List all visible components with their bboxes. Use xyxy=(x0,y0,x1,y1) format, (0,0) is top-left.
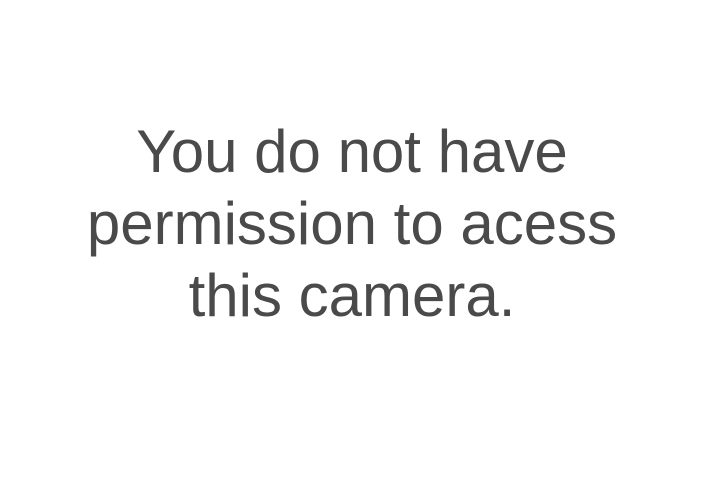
message-line-1: You do not have xyxy=(136,118,568,185)
message-line-2: permission to acess xyxy=(86,190,618,257)
message-line-3: this camera. xyxy=(188,262,516,329)
camera-view: You do not have permission to acess this… xyxy=(0,0,704,480)
permission-denied-message: You do not have permission to acess this… xyxy=(0,116,704,332)
